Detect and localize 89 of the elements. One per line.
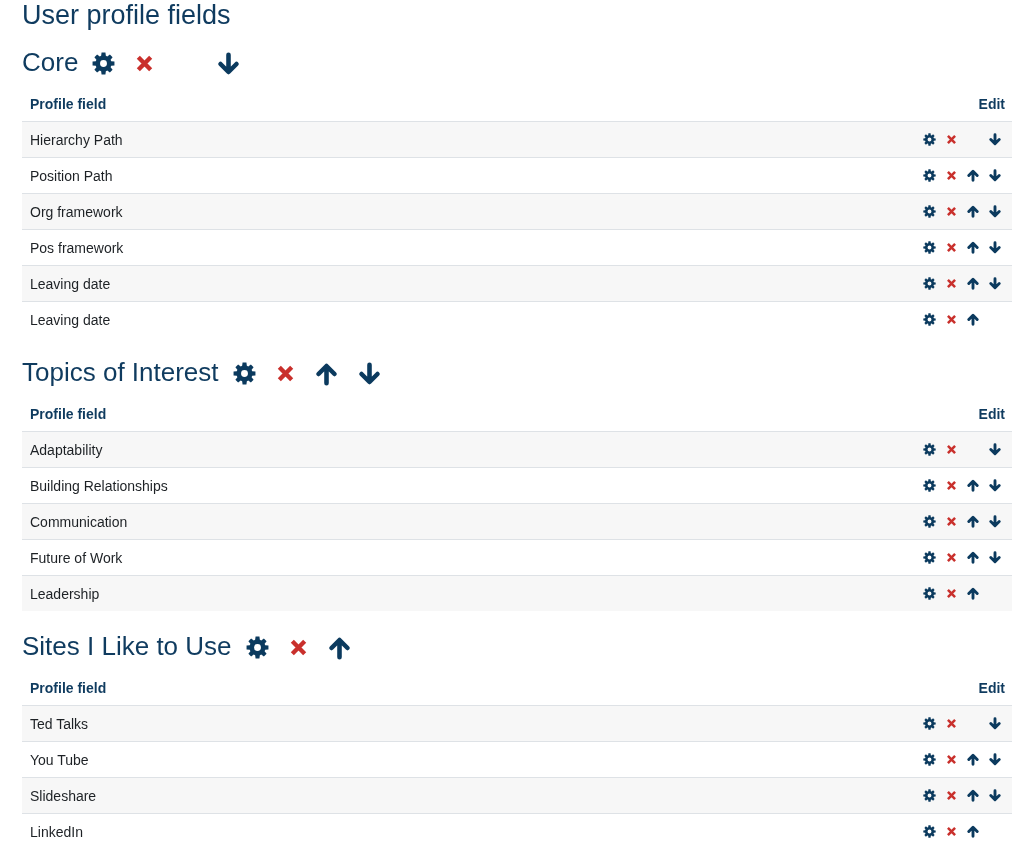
column-header: Profile field: [30, 405, 107, 423]
profile-field-name: You Tube: [30, 750, 89, 769]
settings-icon[interactable]: [232, 362, 256, 385]
cross-icon[interactable]: [946, 278, 957, 289]
cross-icon[interactable]: [946, 790, 957, 801]
arrow-down-icon[interactable]: [217, 51, 241, 76]
cross-icon[interactable]: [946, 754, 957, 765]
settings-icon[interactable]: [923, 825, 936, 838]
arrow-up-icon[interactable]: [967, 551, 979, 564]
cross-icon[interactable]: [135, 54, 155, 73]
profile-field-name: Future of Work: [30, 548, 123, 567]
settings-icon[interactable]: [923, 443, 936, 456]
arrow-down-icon[interactable]: [989, 169, 1001, 182]
cross-icon[interactable]: [946, 718, 957, 729]
settings-icon[interactable]: [923, 753, 936, 766]
cross-icon[interactable]: [946, 516, 957, 527]
category-heading: Core: [22, 46, 79, 79]
profile-field-name: Leaving date: [30, 310, 111, 329]
profile-field-name: Pos framework: [30, 238, 124, 257]
settings-icon[interactable]: [923, 789, 936, 802]
column-header: Edit: [978, 405, 1005, 423]
profile-field-name: Adaptability: [30, 440, 103, 459]
settings-icon[interactable]: [245, 636, 269, 659]
category-heading: Topics of Interest: [22, 356, 219, 389]
profile-field-name: Ted Talks: [30, 714, 89, 733]
arrow-down-icon[interactable]: [989, 717, 1001, 730]
cross-icon[interactable]: [946, 314, 957, 325]
arrow-up-icon[interactable]: [327, 635, 351, 660]
arrow-down-icon[interactable]: [989, 551, 1001, 564]
profile-field-name: Slideshare: [30, 786, 97, 805]
settings-icon[interactable]: [923, 133, 936, 146]
cross-icon[interactable]: [946, 588, 957, 599]
arrow-down-icon[interactable]: [989, 753, 1001, 766]
profile-field-name: Hierarchy Path: [30, 130, 123, 149]
cross-icon[interactable]: [946, 552, 957, 563]
profile-field-name: Leaving date: [30, 274, 111, 293]
arrow-up-icon[interactable]: [967, 313, 979, 326]
arrow-up-icon[interactable]: [967, 587, 979, 600]
arrow-down-icon[interactable]: [989, 277, 1001, 290]
arrow-down-icon[interactable]: [989, 241, 1001, 254]
profile-field-name: Building Relationships: [30, 476, 168, 495]
arrow-down-icon[interactable]: [989, 133, 1001, 146]
cross-icon[interactable]: [946, 206, 957, 217]
arrow-up-icon[interactable]: [967, 789, 979, 802]
profile-field-name: Position Path: [30, 166, 113, 185]
settings-icon[interactable]: [923, 479, 936, 492]
column-header: Edit: [978, 679, 1005, 697]
arrow-up-icon[interactable]: [967, 479, 979, 492]
column-header: Profile field: [30, 679, 107, 697]
arrow-up-icon[interactable]: [967, 241, 979, 254]
cross-icon[interactable]: [946, 170, 957, 181]
cross-icon[interactable]: [946, 134, 957, 145]
cross-icon[interactable]: [275, 364, 295, 383]
cross-icon[interactable]: [946, 480, 957, 491]
arrow-up-icon[interactable]: [967, 515, 979, 528]
settings-icon[interactable]: [923, 587, 936, 600]
arrow-up-icon[interactable]: [314, 361, 338, 386]
arrow-up-icon[interactable]: [967, 277, 979, 290]
arrow-up-icon[interactable]: [967, 205, 979, 218]
arrow-down-icon[interactable]: [989, 479, 1001, 492]
column-header: Edit: [978, 95, 1005, 113]
arrow-up-icon[interactable]: [967, 825, 979, 838]
settings-icon[interactable]: [923, 169, 936, 182]
arrow-down-icon[interactable]: [357, 361, 381, 386]
settings-icon[interactable]: [923, 241, 936, 254]
cross-icon[interactable]: [946, 826, 957, 837]
profile-field-name: Communication: [30, 512, 128, 531]
cross-icon[interactable]: [946, 242, 957, 253]
arrow-down-icon[interactable]: [989, 789, 1001, 802]
settings-icon[interactable]: [923, 717, 936, 730]
settings-icon[interactable]: [923, 313, 936, 326]
arrow-down-icon[interactable]: [989, 515, 1001, 528]
arrow-up-icon[interactable]: [967, 753, 979, 766]
arrow-up-icon[interactable]: [967, 169, 979, 182]
settings-icon[interactable]: [923, 205, 936, 218]
settings-icon[interactable]: [923, 515, 936, 528]
profile-field-name: LinkedIn: [30, 822, 83, 841]
settings-icon[interactable]: [923, 551, 936, 564]
column-header: Profile field: [30, 95, 107, 113]
arrow-down-icon[interactable]: [989, 205, 1001, 218]
settings-icon[interactable]: [92, 52, 116, 75]
arrow-down-icon[interactable]: [989, 443, 1001, 456]
category-heading: Sites I Like to Use: [22, 630, 232, 663]
settings-icon[interactable]: [923, 277, 936, 290]
cross-icon[interactable]: [946, 444, 957, 455]
profile-field-name: Org framework: [30, 202, 123, 221]
cross-icon[interactable]: [288, 638, 308, 657]
profile-field-name: Leadership: [30, 584, 100, 603]
page-title: User profile fields: [22, 0, 231, 30]
